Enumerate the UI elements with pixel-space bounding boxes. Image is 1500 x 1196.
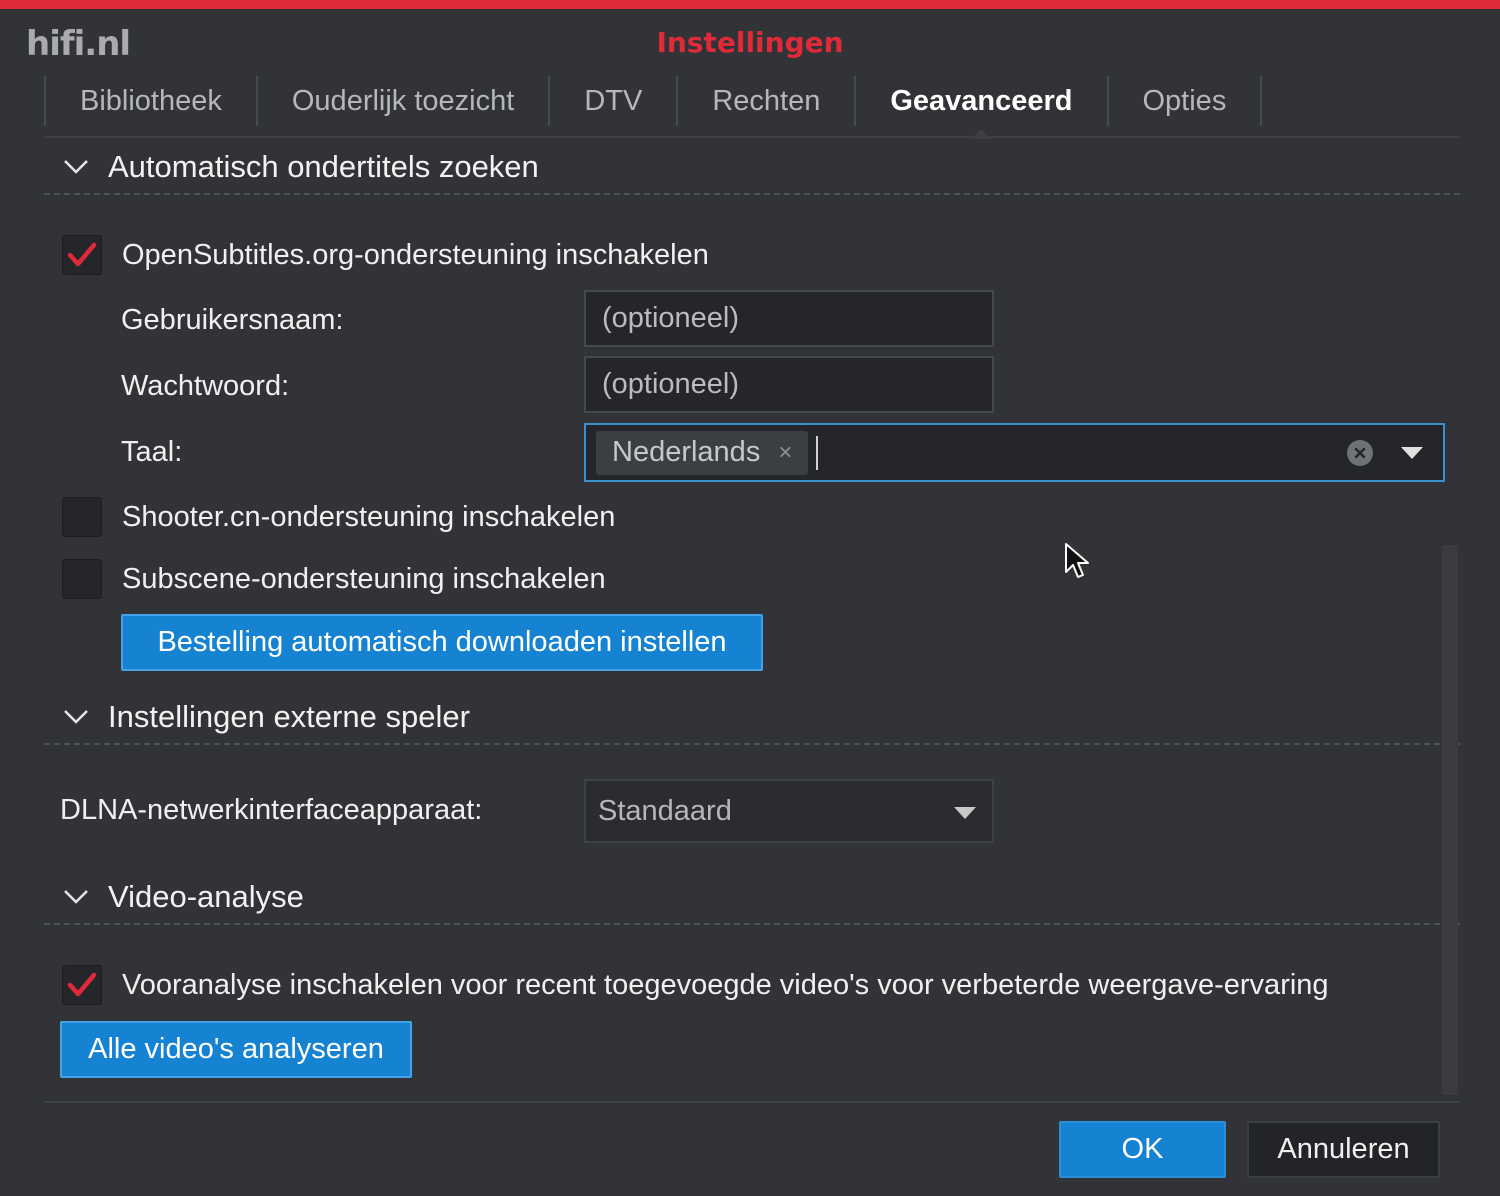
cancel-button[interactable]: Annuleren	[1247, 1121, 1440, 1178]
language-chip: Nederlands ×	[596, 430, 809, 475]
username-label: Gebruikersnaam:	[121, 303, 344, 336]
chip-remove-icon[interactable]: ×	[778, 439, 792, 467]
preanalysis-checkbox[interactable]	[62, 965, 102, 1005]
language-multiselect[interactable]: Nederlands ×	[584, 423, 1445, 482]
shooter-row: Shooter.cn-ondersteuning inschakelen	[62, 497, 615, 537]
shooter-label: Shooter.cn-ondersteuning inschakelen	[122, 500, 616, 533]
checkmark-icon	[67, 972, 97, 997]
language-label: Taal:	[121, 435, 183, 468]
subscene-checkbox[interactable]	[62, 559, 102, 599]
chevron-down-icon[interactable]	[44, 709, 108, 725]
opensubtitles-label: OpenSubtitles.org-ondersteuning inschake…	[122, 238, 709, 271]
scrollbar[interactable]	[1442, 545, 1458, 1095]
dialog-title: Instellingen	[656, 26, 844, 59]
dlna-select[interactable]: Standaard	[584, 779, 994, 843]
preanalysis-row: Vooranalyse inschakelen voor recent toeg…	[62, 965, 1329, 1005]
language-chip-label: Nederlands	[612, 436, 761, 468]
username-row: Gebruikersnaam:	[121, 300, 343, 340]
tab-dtv[interactable]: DTV	[550, 76, 679, 126]
top-accent-bar	[0, 0, 1500, 9]
section-header-subtitles[interactable]: Automatisch ondertitels zoeken	[44, 141, 1460, 195]
ok-button[interactable]: OK	[1059, 1121, 1226, 1178]
language-row: Taal:	[121, 432, 182, 472]
dlna-row: DLNA-netwerkinterfaceapparaat:	[60, 790, 482, 830]
section-title-video-analysis: Video-analyse	[108, 879, 304, 914]
dlna-select-value: Standaard	[598, 794, 732, 827]
section-title-subtitles: Automatisch ondertitels zoeken	[108, 149, 539, 184]
section-title-external-player: Instellingen externe speler	[108, 699, 470, 734]
footer-divider	[44, 1101, 1460, 1103]
dlna-label: DLNA-netwerkinterfaceapparaat:	[60, 793, 483, 826]
mouse-cursor-icon	[1065, 543, 1089, 578]
clear-icon[interactable]	[1347, 440, 1373, 466]
subscene-row: Subscene-ondersteuning inschakelen	[62, 559, 606, 599]
password-label: Wachtwoord:	[121, 369, 290, 402]
tab-bar: Bibliotheek Ouderlijk toezicht DTV Recht…	[44, 76, 1460, 139]
tab-ouderlijk-toezicht[interactable]: Ouderlijk toezicht	[258, 76, 551, 126]
tab-bibliotheek[interactable]: Bibliotheek	[44, 76, 258, 126]
shooter-checkbox[interactable]	[62, 497, 102, 537]
text-caret	[816, 435, 819, 470]
opensubtitles-row: OpenSubtitles.org-ondersteuning inschake…	[62, 235, 709, 275]
subscene-label: Subscene-ondersteuning inschakelen	[122, 562, 606, 595]
section-header-video-analysis[interactable]: Video-analyse	[44, 871, 1460, 925]
chevron-down-icon[interactable]	[44, 159, 108, 175]
tab-geavanceerd[interactable]: Geavanceerd	[856, 76, 1109, 139]
section-header-external-player[interactable]: Instellingen externe speler	[44, 691, 1460, 745]
dropdown-arrow-icon	[954, 807, 976, 819]
dropdown-arrow-icon[interactable]	[1401, 447, 1423, 459]
preanalysis-label: Vooranalyse inschakelen voor recent toeg…	[122, 968, 1329, 1001]
password-row: Wachtwoord:	[121, 366, 289, 406]
opensubtitles-checkbox[interactable]	[62, 235, 102, 275]
tab-rechten[interactable]: Rechten	[678, 76, 857, 126]
checkmark-icon	[67, 242, 97, 267]
analyze-all-button[interactable]: Alle video's analyseren	[60, 1021, 412, 1078]
password-field[interactable]: (optioneel)	[584, 356, 994, 413]
username-field[interactable]: (optioneel)	[584, 290, 994, 347]
chevron-down-icon[interactable]	[44, 889, 108, 905]
tab-opties[interactable]: Opties	[1109, 76, 1263, 126]
order-download-button[interactable]: Bestelling automatisch downloaden instel…	[121, 614, 763, 671]
